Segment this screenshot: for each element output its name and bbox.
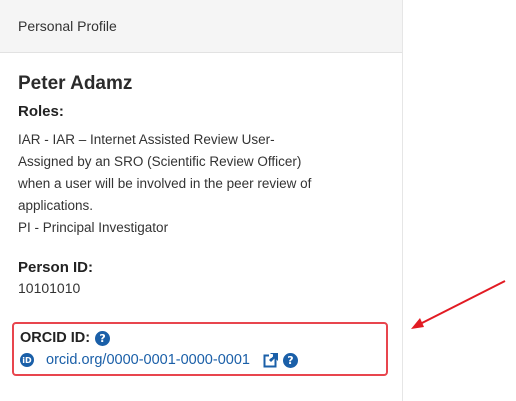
person-id-label: Person ID: — [18, 259, 94, 276]
orcid-label: ORCID ID: — [20, 330, 91, 346]
roles-list: IAR - IAR – Internet Assisted Review Use… — [18, 129, 388, 239]
roles-label: Roles: — [18, 103, 64, 120]
external-link-icon[interactable] — [263, 352, 279, 368]
person-name: Peter Adamz — [18, 73, 133, 94]
orcid-badge-icon: iD — [20, 353, 34, 367]
panel-header: Personal Profile — [0, 0, 402, 53]
panel-body: Peter Adamz Roles: IAR - IAR – Internet … — [0, 73, 402, 296]
role-line: PI - Principal Investigator — [18, 220, 169, 235]
orcid-label-row: ORCID ID: ? — [20, 330, 111, 346]
role-line: when a user will be involved in the peer… — [18, 176, 312, 191]
help-icon[interactable]: ? — [282, 352, 298, 368]
role-line: applications. — [18, 198, 94, 213]
personal-profile-panel: Personal Profile Peter Adamz Roles: IAR … — [0, 0, 403, 401]
orcid-value-row: iD orcid.org/0000-0001-0000-0001 ? — [20, 352, 298, 368]
orcid-link[interactable]: orcid.org/0000-0001-0000-0001 — [46, 352, 250, 368]
person-id-value: 10101010 — [18, 280, 81, 296]
help-icon[interactable]: ? — [95, 330, 111, 346]
panel-title: Personal Profile — [18, 18, 117, 34]
role-line: Assigned by an SRO (Scientific Review Of… — [18, 154, 302, 169]
role-line: IAR - IAR – Internet Assisted Review Use… — [18, 132, 275, 147]
orcid-highlight-box: ORCID ID: ? iD orcid.org/0000-0001-0000-… — [12, 322, 388, 376]
